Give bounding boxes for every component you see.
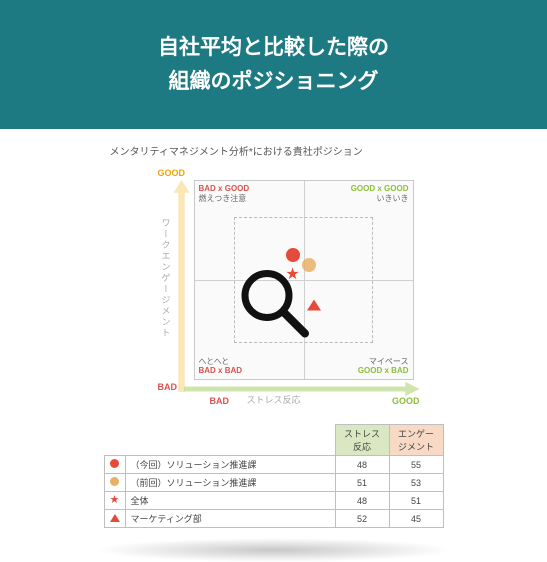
row-marker: ★ [104,492,125,510]
point-overall: ★ [285,267,299,283]
report-card: メンタリティマネジメント分析*における貴社ポジション GOOD BAD BAD … [84,129,464,528]
corner-tl-tag: BAD x GOOD [199,184,250,193]
table-row: ★ 全体 48 51 [104,492,443,510]
x-axis-label: ストレス反応 [246,393,300,406]
hero-line-2: 組織のポジショニング [169,70,379,93]
row-stress: 52 [335,510,389,528]
corner-tl-sub: 燃えつき注意 [199,194,247,203]
y-axis-label: ワークエンゲージメント [160,218,173,339]
data-table: ストレス反応 エンゲージメント （今回）ソリューション推進課 48 55 （前回… [104,424,444,528]
point-current-solution [286,248,300,262]
x-axis-good-label: GOOD [392,396,420,406]
row-engage: 45 [389,510,443,528]
corner-tr-sub: いきいき [377,194,409,203]
table-header-stress: ストレス反応 [335,425,389,456]
row-stress: 51 [335,474,389,492]
row-label: マーケティング部 [125,510,335,528]
corner-top-right: GOOD x GOOD いきいき [351,184,409,203]
circle-red-icon [110,459,119,468]
row-label: （前回）ソリューション推進課 [125,474,335,492]
corner-bl-sub: へとへと [199,357,230,366]
x-axis-bad-label: BAD [210,396,230,406]
circle-gold-icon [110,477,119,486]
corner-bl-tag: BAD x BAD [199,366,243,375]
table-row: マーケティング部 52 45 [104,510,443,528]
corner-tr-tag: GOOD x GOOD [351,184,409,193]
corner-br-tag: GOOD x BAD [358,366,409,375]
row-engage: 55 [389,456,443,474]
triangle-icon [110,514,120,522]
row-label: 全体 [125,492,335,510]
hero-line-1: 自社平均と比較した際の [158,36,389,59]
x-axis-arrow-icon [184,382,420,396]
point-marketing [307,299,321,310]
y-axis-bad-label: BAD [158,382,178,392]
report-title: メンタリティマネジメント分析*における貴社ポジション [84,143,464,158]
row-engage: 53 [389,474,443,492]
y-axis-good-label: GOOD [158,168,186,178]
row-engage: 51 [389,492,443,510]
y-axis-arrow-icon [174,180,190,392]
inner-reference-box [234,217,374,344]
hero-banner: 自社平均と比較した際の 組織のポジショニング [0,0,547,129]
row-stress: 48 [335,492,389,510]
corner-bottom-right: マイペース GOOD x BAD [358,357,409,376]
table-row: （今回）ソリューション推進課 48 55 [104,456,443,474]
corner-bottom-left: へとへと BAD x BAD [199,357,243,376]
drop-shadow [94,538,454,562]
quadrant-chart: GOOD BAD BAD GOOD ワークエンゲージメント ストレス反応 BAD… [124,166,424,406]
table-row: （前回）ソリューション推進課 51 53 [104,474,443,492]
plot-area: BAD x GOOD 燃えつき注意 GOOD x GOOD いきいき へとへと … [194,180,414,380]
corner-br-sub: マイペース [369,357,409,366]
star-icon: ★ [110,494,120,506]
row-marker [104,510,125,528]
row-stress: 48 [335,456,389,474]
table-header-row: ストレス反応 エンゲージメント [104,425,443,456]
row-label: （今回）ソリューション推進課 [125,456,335,474]
row-marker [104,474,125,492]
corner-top-left: BAD x GOOD 燃えつき注意 [199,184,250,203]
table-header-engage: エンゲージメント [389,425,443,456]
table-blank-header [104,425,335,456]
point-previous-solution [302,258,316,272]
row-marker [104,456,125,474]
